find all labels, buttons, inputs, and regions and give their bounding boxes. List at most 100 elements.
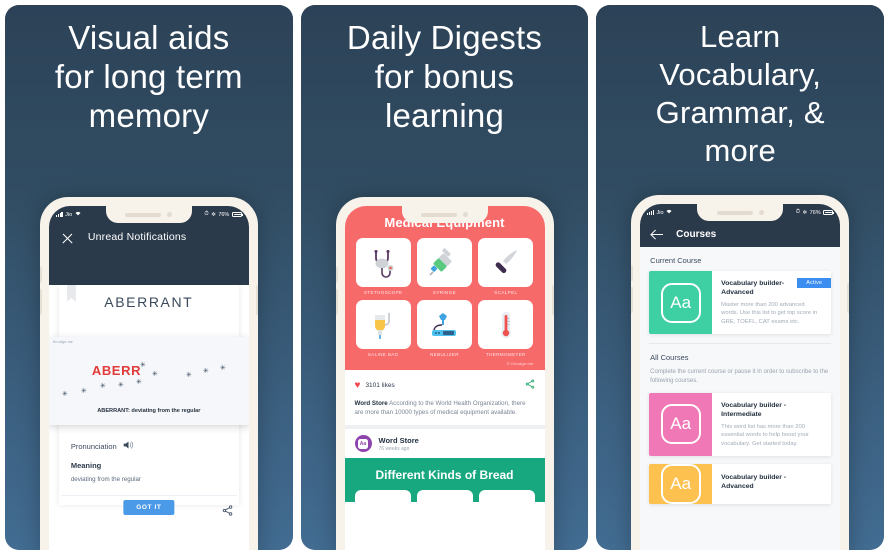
share-icon[interactable] bbox=[222, 503, 233, 521]
earpiece-speaker bbox=[716, 210, 753, 215]
bread-tile[interactable] bbox=[478, 490, 535, 510]
power-button[interactable] bbox=[847, 283, 850, 313]
course-thumbnail: Aa bbox=[649, 271, 713, 335]
course-card[interactable]: Aa Vocabulary builder - Advanced bbox=[649, 464, 832, 505]
course-thumbnail: Aa bbox=[649, 464, 713, 505]
volume-down-button[interactable] bbox=[631, 287, 634, 313]
volume-up-button[interactable] bbox=[335, 267, 338, 283]
meaning-text: deviating from the regular bbox=[70, 476, 141, 483]
nebulizer-icon bbox=[416, 300, 473, 349]
promo-panel-3: Learn Vocabulary, Grammar, & more Jio ⏱ … bbox=[596, 5, 885, 550]
course-title-line: Vocabulary builder - bbox=[721, 474, 787, 482]
next-digest-hero[interactable]: Different Kinds of Bread bbox=[344, 458, 545, 510]
equipment-label: THERMOMETER bbox=[485, 352, 526, 357]
word-detail-body: ABERRANT Knudge.me ABERR ✳ ✳ ✳ ✳ ✳ ✳ ✳ ✳… bbox=[48, 285, 249, 516]
course-title-line: Advanced bbox=[721, 289, 754, 296]
close-icon[interactable] bbox=[61, 232, 74, 245]
course-title-line: Vocabulary builder- bbox=[721, 280, 785, 287]
phone-mockup-2: Medical Equipment bbox=[335, 197, 554, 550]
speaker-icon[interactable] bbox=[123, 437, 134, 455]
equipment-item[interactable]: SALINE BAG bbox=[355, 300, 411, 357]
earpiece-speaker bbox=[125, 212, 162, 217]
equipment-label: SYRINGE bbox=[432, 290, 457, 295]
equipment-item[interactable]: SCALPEL bbox=[478, 238, 534, 295]
syringe-icon bbox=[416, 238, 473, 287]
screen-title: Courses bbox=[676, 228, 717, 240]
mnemonic-highlight-word: ABERR bbox=[91, 363, 142, 378]
section-divider bbox=[649, 343, 832, 345]
courses-body: Current Course Aa Active Vocabulary buil… bbox=[640, 247, 841, 550]
likes-count: 3101 likes bbox=[365, 381, 395, 389]
volume-up-button[interactable] bbox=[631, 265, 634, 281]
caption-author: Word Store bbox=[354, 400, 388, 407]
ant-icon: ✳ bbox=[151, 371, 158, 378]
word-title: ABERRANT bbox=[104, 294, 194, 310]
battery-icon bbox=[823, 210, 835, 215]
bread-tile[interactable] bbox=[416, 490, 473, 510]
equipment-item[interactable]: STETHOSCOPE bbox=[355, 238, 411, 295]
course-thumb-label: Aa bbox=[660, 404, 701, 445]
headline-line: Vocabulary, bbox=[659, 57, 822, 92]
headline-line: more bbox=[704, 133, 776, 168]
panel-3-headline: Learn Vocabulary, Grammar, & more bbox=[596, 5, 884, 170]
equipment-label: SCALPEL bbox=[494, 290, 518, 295]
ant-icon: ✳ bbox=[185, 372, 192, 379]
section-label-current: Current Course bbox=[650, 256, 702, 265]
section-label-all: All Courses bbox=[650, 353, 689, 363]
got-it-button[interactable]: GOT IT bbox=[123, 500, 175, 515]
headline-line: for bonus bbox=[374, 58, 515, 95]
course-thumb-label: Aa bbox=[660, 282, 701, 323]
heart-icon[interactable]: ♥ bbox=[355, 380, 361, 391]
battery-icon bbox=[231, 212, 243, 217]
headline-line: for long term bbox=[54, 58, 243, 95]
pronunciation-row[interactable]: Pronunciation bbox=[71, 437, 134, 455]
alarm-icon: ⏱ bbox=[795, 209, 801, 215]
phone-mockup-1: Jio ⏱ ✲ 76% Unread Notifications ABERRAN… bbox=[39, 197, 258, 550]
headline-line: Grammar, & bbox=[655, 95, 825, 130]
phone-screen-3: Jio ⏱ ✲ 76% Courses Current Course Aa Ac… bbox=[640, 204, 841, 550]
status-badge: Active bbox=[797, 278, 832, 288]
equipment-item[interactable]: THERMOMETER bbox=[478, 300, 534, 357]
arrow-left-icon[interactable] bbox=[652, 229, 664, 240]
power-button[interactable] bbox=[255, 285, 258, 315]
course-title: Vocabulary builder - Advanced bbox=[721, 473, 823, 491]
post-timestamp: 76 weeks ago bbox=[378, 445, 410, 452]
headline-line: Visual aids bbox=[68, 19, 230, 56]
phone-screen-1: Jio ⏱ ✲ 76% Unread Notifications ABERRAN… bbox=[48, 206, 249, 550]
all-courses-description: Complete the current course or pause it … bbox=[650, 369, 829, 385]
next-post-header[interactable]: Aa Word Store 76 weeks ago bbox=[344, 429, 545, 458]
signal-bars-icon bbox=[647, 210, 654, 215]
course-title-line: Advanced bbox=[721, 483, 754, 491]
equipment-item[interactable]: SYRINGE bbox=[416, 238, 473, 295]
panel-1-headline: Visual aids for long term memory bbox=[5, 5, 293, 135]
ant-icon: ✳ bbox=[80, 388, 87, 395]
signal-bars-icon bbox=[55, 212, 63, 217]
promo-panel-1: Visual aids for long term memory Jio ⏱ ✲… bbox=[5, 5, 293, 550]
ant-icon: ✳ bbox=[219, 365, 226, 372]
volume-down-button[interactable] bbox=[335, 289, 338, 315]
dnd-icon: ✲ bbox=[211, 211, 216, 218]
equipment-item[interactable]: NEBULIZER bbox=[416, 300, 473, 357]
front-camera bbox=[758, 210, 764, 215]
avatar-label: Aa bbox=[358, 438, 368, 449]
bread-tile[interactable] bbox=[354, 490, 411, 510]
battery-percent: 76% bbox=[218, 211, 230, 218]
footer-divider bbox=[60, 495, 237, 496]
mnemonic-image-card[interactable]: Knudge.me ABERR ✳ ✳ ✳ ✳ ✳ ✳ ✳ ✳ ✳ ✳ ABER… bbox=[48, 337, 249, 425]
volume-down-button[interactable] bbox=[39, 289, 42, 315]
front-camera bbox=[463, 212, 468, 217]
equipment-label: STETHOSCOPE bbox=[363, 290, 403, 295]
share-icon[interactable] bbox=[525, 376, 535, 394]
power-button[interactable] bbox=[551, 285, 554, 315]
headline-line: Learn bbox=[700, 19, 781, 54]
next-digest-title: Different Kinds of Bread bbox=[375, 468, 514, 482]
post-caption: Word Store According to the World Health… bbox=[344, 394, 545, 425]
current-course-card[interactable]: Aa Active Vocabulary builder- Advanced M… bbox=[649, 271, 832, 335]
equipment-grid: STETHOSCOPE SYRINGE SCALPEL SALINE BAG N… bbox=[355, 238, 534, 357]
carrier-label: Jio bbox=[65, 211, 73, 218]
course-card[interactable]: Aa Vocabulary builder - Intermediate Thi… bbox=[649, 392, 832, 457]
wifi-icon bbox=[666, 209, 672, 216]
ant-icon: ✳ bbox=[202, 368, 209, 375]
volume-up-button[interactable] bbox=[39, 267, 42, 283]
wifi-icon bbox=[75, 211, 81, 218]
